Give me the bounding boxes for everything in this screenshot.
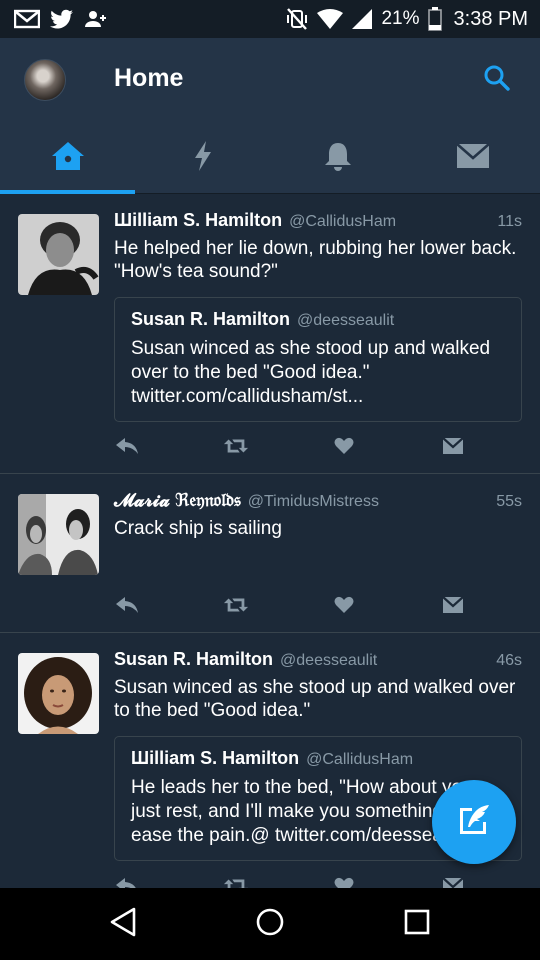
reply-icon[interactable] xyxy=(114,875,140,888)
add-person-icon xyxy=(84,9,108,29)
search-icon xyxy=(483,64,511,97)
tweet-actions xyxy=(114,594,466,616)
app-bar: Home xyxy=(0,38,540,122)
avatar[interactable] xyxy=(18,653,99,734)
tweet-header: 𝓜𝓪𝓻𝓲𝓪 ℜ𝔢𝔶𝔫𝔬𝔩𝔡𝔰 @TimidusMistress 55s xyxy=(114,490,522,516)
recents-button[interactable] xyxy=(387,894,447,954)
direct-message-icon[interactable] xyxy=(440,875,466,888)
compose-tweet-icon xyxy=(456,802,492,843)
tweet[interactable]: Шilliam S. Hamilton @CallidusHam 11s He … xyxy=(0,194,540,474)
tab-bar xyxy=(0,122,540,194)
search-button[interactable] xyxy=(480,63,514,97)
tweet-actions xyxy=(114,435,466,457)
tweet-header: Шilliam S. Hamilton @CallidusHam 11s xyxy=(114,210,522,236)
direct-message-icon[interactable] xyxy=(440,594,466,616)
author-name[interactable]: 𝓜𝓪𝓻𝓲𝓪 ℜ𝔢𝔶𝔫𝔬𝔩𝔡𝔰 xyxy=(114,490,241,511)
quoted-tweet-header: Susan R. Hamilton @deesseaulit xyxy=(131,309,505,334)
profile-avatar[interactable] xyxy=(24,59,66,101)
tab-moments[interactable] xyxy=(135,122,270,194)
quoted-author-name: Susan R. Hamilton xyxy=(131,309,291,329)
gmail-icon xyxy=(14,9,40,29)
clock: 3:38 PM xyxy=(453,7,528,30)
tweet-text: Susan winced as she stood up and walked … xyxy=(114,677,516,721)
tab-home[interactable] xyxy=(0,122,135,194)
direct-message-icon[interactable] xyxy=(440,435,466,457)
notifications-bell-icon xyxy=(323,140,353,177)
compose-tweet-button[interactable] xyxy=(432,780,516,864)
avatar[interactable] xyxy=(18,214,99,295)
reply-icon[interactable] xyxy=(114,435,140,457)
moments-lightning-icon xyxy=(192,140,214,177)
vibrate-off-icon xyxy=(285,7,309,31)
author-name[interactable]: Susan R. Hamilton xyxy=(114,649,273,670)
tweet-actions xyxy=(114,875,466,888)
author-handle[interactable]: @CallidusHam xyxy=(289,213,396,231)
like-heart-icon[interactable] xyxy=(331,594,357,616)
tweet-header: Susan R. Hamilton @deesseaulit 46s xyxy=(114,649,522,675)
like-heart-icon[interactable] xyxy=(331,875,357,888)
quoted-tweet[interactable]: Susan R. Hamilton @deesseaulit Susan win… xyxy=(114,297,522,422)
home-icon xyxy=(50,140,86,177)
battery-percentage: 21% xyxy=(381,8,420,29)
tweet-timestamp: 11s xyxy=(497,213,522,230)
author-handle[interactable]: @TimidusMistress xyxy=(248,493,379,511)
quoted-author-handle: @CallidusHam xyxy=(306,751,414,768)
signal-icon xyxy=(351,8,373,30)
back-button[interactable] xyxy=(93,894,153,954)
author-name[interactable]: Шilliam S. Hamilton xyxy=(114,210,282,231)
messages-envelope-icon xyxy=(455,142,490,174)
tweet-text: He helped her lie down, rubbing her lowe… xyxy=(114,238,517,282)
quoted-tweet-header: Шilliam S. Hamilton @CallidusHam xyxy=(131,748,505,773)
tweet-text: Crack ship is sailing xyxy=(114,518,282,539)
navigation-bar xyxy=(0,888,540,960)
quoted-tweet-text: Susan winced as she stood up and walked … xyxy=(131,338,491,407)
notification-icons xyxy=(14,9,108,29)
quoted-author-name: Шilliam S. Hamilton xyxy=(131,748,300,768)
tab-notifications[interactable] xyxy=(270,122,405,194)
wifi-icon xyxy=(317,8,344,30)
system-indicators: 21% 3:38 PM xyxy=(285,7,528,31)
twitter-icon xyxy=(50,9,74,29)
page-title: Home xyxy=(114,64,184,92)
status-bar: 21% 3:38 PM xyxy=(0,0,540,38)
reply-icon[interactable] xyxy=(114,594,140,616)
tweet-timestamp: 46s xyxy=(496,652,522,669)
home-button[interactable] xyxy=(240,894,300,954)
battery-icon xyxy=(427,7,442,31)
retweet-icon[interactable] xyxy=(223,875,249,888)
retweet-icon[interactable] xyxy=(223,435,249,457)
home-circle-icon xyxy=(255,907,285,942)
avatar[interactable] xyxy=(18,494,99,575)
tweet-content: Шilliam S. Hamilton @CallidusHam 11s He … xyxy=(114,210,522,422)
like-heart-icon[interactable] xyxy=(331,435,357,457)
quoted-author-handle: @deesseaulit xyxy=(297,312,395,329)
tab-messages[interactable] xyxy=(405,122,540,194)
retweet-icon[interactable] xyxy=(223,594,249,616)
tweet[interactable]: 𝓜𝓪𝓻𝓲𝓪 ℜ𝔢𝔶𝔫𝔬𝔩𝔡𝔰 @TimidusMistress 55s Crac… xyxy=(0,474,540,633)
tweet-timestamp: 55s xyxy=(496,493,522,510)
tweet-content: 𝓜𝓪𝓻𝓲𝓪 ℜ𝔢𝔶𝔫𝔬𝔩𝔡𝔰 @TimidusMistress 55s Crac… xyxy=(114,490,522,540)
back-triangle-icon xyxy=(109,907,137,942)
author-handle[interactable]: @deesseaulit xyxy=(280,652,377,670)
recents-square-icon xyxy=(404,909,430,940)
